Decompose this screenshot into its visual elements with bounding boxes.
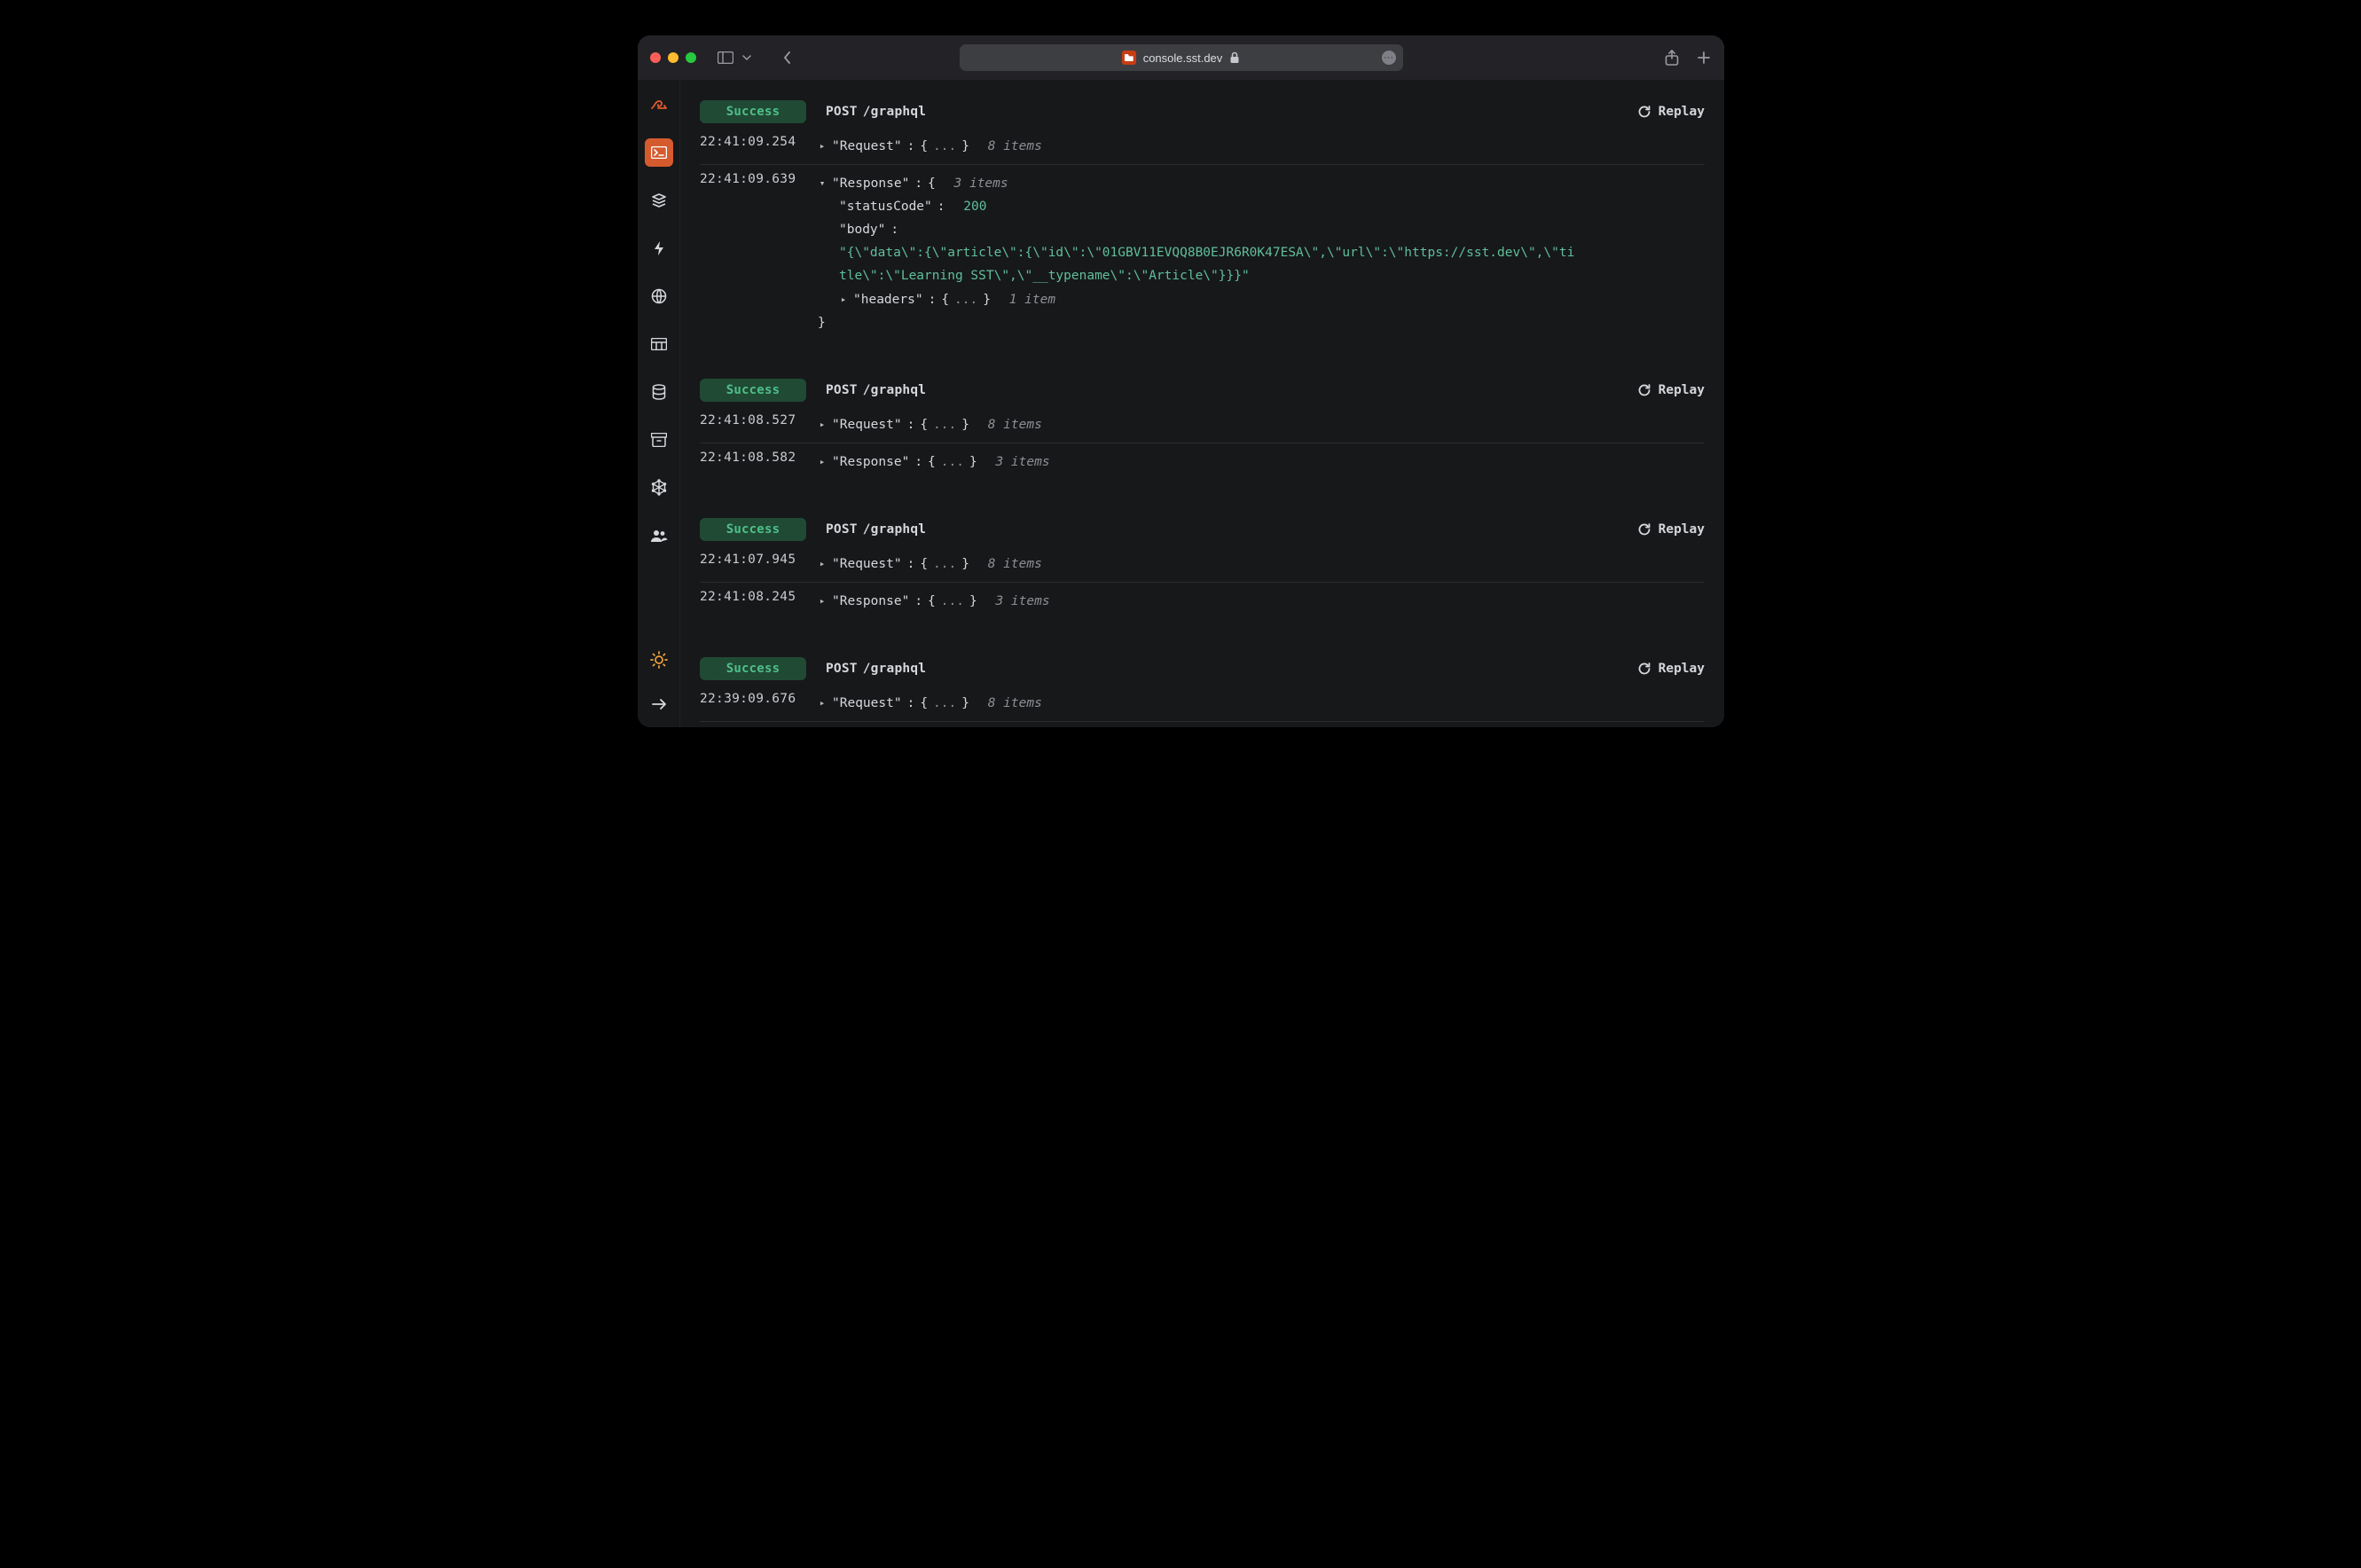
chevron-left-icon [780, 50, 796, 66]
sidebar-item-theme-toggle[interactable] [645, 646, 673, 674]
log-entry: Success POST/graphql Replay 22:39:09.676… [680, 637, 1724, 727]
table-icon [651, 338, 667, 350]
log-row-request[interactable]: 22:39:09.676 "Request" : {...} 8 items [700, 685, 1705, 722]
traffic-lights [650, 52, 696, 63]
log-row-response[interactable]: 22:39:10.195 "Response" : { 3 items "sta… [700, 722, 1705, 727]
site-settings-button[interactable]: ··· [1382, 51, 1396, 65]
replay-label: Replay [1659, 105, 1705, 119]
status-badge: Success [700, 657, 806, 680]
timestamp: 22:41:08.245 [700, 589, 802, 604]
sidebar-item-stacks[interactable] [645, 186, 673, 215]
log-row-request[interactable]: 22:41:09.254 "Request" : {...} 8 items [700, 128, 1705, 165]
request-route: POST/graphql [826, 522, 926, 537]
terminal-icon [651, 146, 667, 159]
layers-icon [651, 192, 667, 208]
expand-toggle[interactable] [818, 691, 827, 715]
sidebar-item-database[interactable] [645, 378, 673, 406]
back-button[interactable] [780, 50, 796, 66]
log-row-response[interactable]: 22:41:08.582 "Response" : {...} 3 items [700, 443, 1705, 480]
expand-toggle[interactable] [818, 552, 827, 576]
expand-toggle[interactable] [818, 450, 827, 474]
new-tab-icon[interactable] [1696, 50, 1712, 66]
chevron-down-icon [739, 50, 755, 66]
address-url: console.sst.dev [1143, 51, 1223, 65]
replay-icon [1637, 383, 1651, 397]
timestamp: 22:41:09.254 [700, 134, 802, 149]
share-icon[interactable] [1664, 50, 1680, 66]
sidebar-item-exit[interactable] [645, 690, 673, 718]
address-bar[interactable]: console.sst.dev ··· [960, 44, 1403, 71]
minimize-window-button[interactable] [668, 52, 678, 63]
sidebar-item-logo[interactable] [645, 90, 673, 119]
replay-button[interactable]: Replay [1637, 383, 1705, 397]
lock-icon [1229, 51, 1240, 64]
response-body-value: "{\"data\":{\"article\":{\"id\":\"01GBV1… [839, 241, 1575, 287]
app-sidebar [638, 80, 680, 727]
request-route: POST/graphql [826, 383, 926, 397]
log-entry: Success POST/graphql Replay 22:41:09.254 [680, 80, 1724, 358]
replay-label: Replay [1659, 662, 1705, 676]
request-route: POST/graphql [826, 662, 926, 676]
log-entry: Success POST/graphql Replay 22:41:08.527… [680, 358, 1724, 498]
replay-label: Replay [1659, 522, 1705, 537]
replay-icon [1637, 105, 1651, 119]
users-icon [650, 529, 668, 542]
database-icon [652, 384, 666, 400]
sun-icon [650, 651, 668, 669]
log-row-response[interactable]: 22:41:08.245 "Response" : {...} 3 items [700, 583, 1705, 619]
bolt-icon [653, 240, 665, 256]
close-window-button[interactable] [650, 52, 661, 63]
expand-toggle[interactable] [818, 412, 827, 436]
sidebar-item-table[interactable] [645, 330, 673, 358]
expand-toggle[interactable] [818, 134, 827, 158]
sidebar-layout-icon [718, 50, 733, 66]
expand-toggle[interactable] [839, 287, 848, 311]
sidebar-item-graphql[interactable] [645, 474, 673, 502]
status-badge: Success [700, 100, 806, 123]
sidebar-item-terminal[interactable] [645, 138, 673, 167]
replay-label: Replay [1659, 383, 1705, 397]
sidebar-toggle-group[interactable] [718, 50, 755, 66]
timestamp: 22:41:08.582 [700, 450, 802, 465]
logo-icon [650, 98, 668, 112]
sidebar-item-globe[interactable] [645, 282, 673, 310]
titlebar-right-actions [1664, 50, 1712, 66]
replay-icon [1637, 662, 1651, 676]
replay-button[interactable]: Replay [1637, 105, 1705, 119]
timestamp: 22:41:07.945 [700, 552, 802, 567]
log-panel: Success POST/graphql Replay 22:41:09.254 [680, 80, 1724, 727]
timestamp: 22:39:09.676 [700, 691, 802, 706]
maximize-window-button[interactable] [686, 52, 696, 63]
archive-icon [651, 433, 667, 447]
status-badge: Success [700, 518, 806, 541]
sidebar-item-archive[interactable] [645, 426, 673, 454]
graphql-icon [651, 479, 667, 497]
sidebar-item-team[interactable] [645, 521, 673, 550]
sidebar-item-functions[interactable] [645, 234, 673, 263]
status-badge: Success [700, 379, 806, 402]
request-route: POST/graphql [826, 105, 926, 119]
log-row-request[interactable]: 22:41:08.527 "Request" : {...} 8 items [700, 406, 1705, 443]
browser-window: console.sst.dev ··· [638, 35, 1724, 727]
replay-icon [1637, 522, 1651, 537]
timestamp: 22:41:08.527 [700, 412, 802, 427]
replay-button[interactable]: Replay [1637, 662, 1705, 676]
expand-toggle[interactable] [818, 171, 827, 195]
arrow-right-icon [651, 698, 667, 710]
timestamp: 22:41:09.639 [700, 171, 802, 186]
browser-titlebar: console.sst.dev ··· [638, 35, 1724, 80]
globe-icon [651, 288, 667, 304]
log-row-request[interactable]: 22:41:07.945 "Request" : {...} 8 items [700, 545, 1705, 583]
site-favicon-icon [1122, 51, 1136, 65]
log-entry: Success POST/graphql Replay 22:41:07.945… [680, 498, 1724, 637]
replay-button[interactable]: Replay [1637, 522, 1705, 537]
expand-toggle[interactable] [818, 589, 827, 613]
log-row-response[interactable]: 22:41:09.639 "Response" : { 3 items "sta… [700, 165, 1705, 341]
